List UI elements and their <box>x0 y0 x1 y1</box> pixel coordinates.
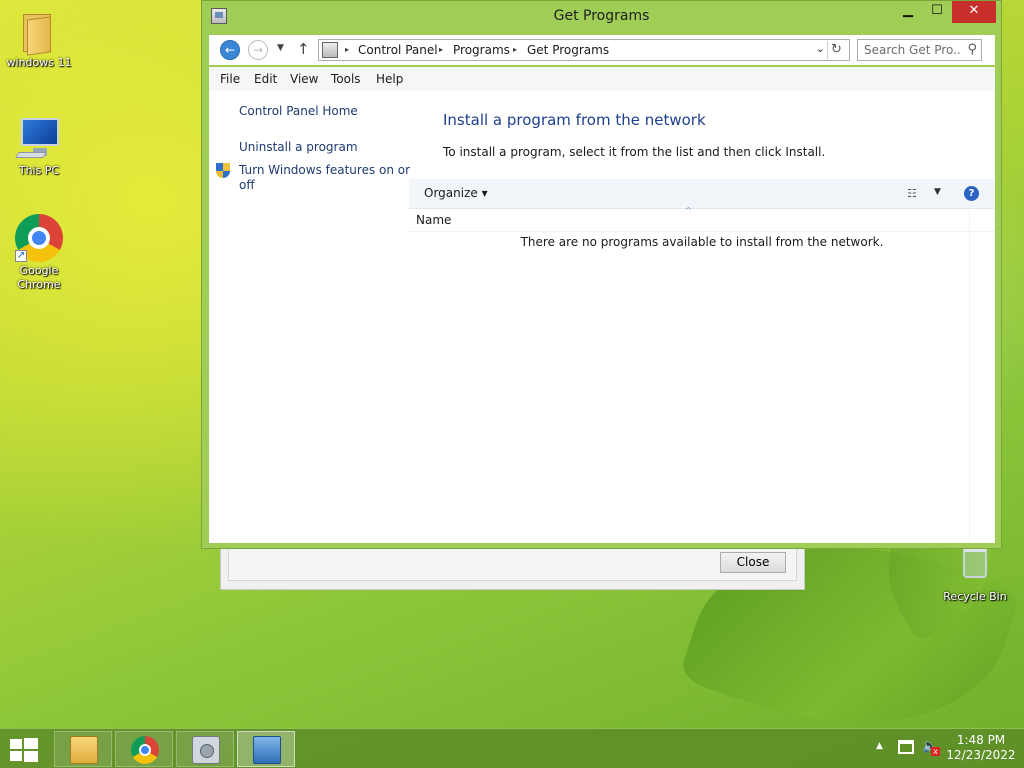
recent-locations-chevron-icon[interactable]: ▼ <box>277 43 284 53</box>
page-title: Install a program from the network <box>443 111 706 129</box>
sidebar-link-windows-features[interactable]: Turn Windows features on or off <box>239 163 410 193</box>
sort-ascending-icon: ^ <box>685 206 692 215</box>
desktop-icon-label: Recycle Bin <box>943 590 1007 603</box>
page-description: To install a program, select it from the… <box>443 145 826 159</box>
file-explorer-icon <box>70 736 98 764</box>
breadcrumb-separator-icon[interactable]: ▸ <box>513 45 517 54</box>
address-dropdown-chevron-icon[interactable]: ⌄ <box>816 42 825 55</box>
uac-shield-icon <box>216 163 231 179</box>
close-button[interactable]: Close <box>720 552 786 573</box>
taskbar: ▲ 🔈 x 1:48 PM 12/23/2022 <box>0 728 1024 768</box>
desktop-icon-label: This PC <box>18 164 60 177</box>
taskbar-google-chrome[interactable] <box>115 731 173 767</box>
breadcrumb-separator-icon[interactable]: ▸ <box>439 45 443 54</box>
control-panel-icon <box>253 736 281 764</box>
minimize-button[interactable]: ▁ <box>894 1 922 23</box>
search-input[interactable] <box>858 40 962 60</box>
breadcrumb-programs[interactable]: Programs <box>453 43 510 57</box>
navigation-bar: ← → ▼ ↑ ▸ Control Panel ▸ Programs ▸ Get… <box>209 35 995 65</box>
menu-bar: File Edit View Tools Help <box>209 67 995 91</box>
network-icon[interactable] <box>898 740 914 754</box>
view-options-icon[interactable]: ☷ <box>907 187 917 200</box>
menu-edit[interactable]: Edit <box>254 72 277 86</box>
window-client-area: Control Panel Home Uninstall a program T… <box>209 91 995 543</box>
breadcrumb-get-programs[interactable]: Get Programs <box>527 43 609 57</box>
disc-drive-icon <box>192 736 220 764</box>
sidebar-link-label: Turn Windows features on or <box>239 163 411 177</box>
menu-view[interactable]: View <box>290 72 318 86</box>
menu-tools[interactable]: Tools <box>331 72 361 86</box>
taskbar-disc-app[interactable] <box>176 731 234 767</box>
menu-file[interactable]: File <box>220 72 240 86</box>
desktop-icon-recycle-bin[interactable]: Recycle Bin <box>937 540 1013 604</box>
get-programs-window: Get Programs ▁ ☐ ✕ ← → ▼ ↑ ▸ Control Pan… <box>201 0 1002 549</box>
shortcut-arrow-icon: ↗ <box>15 250 27 262</box>
windows-start-icon[interactable] <box>10 738 38 762</box>
list-column-header: Name ^ <box>409 206 995 232</box>
window-title: Get Programs <box>553 8 650 24</box>
breadcrumb-control-panel[interactable]: Control Panel <box>358 43 438 57</box>
title-bar[interactable]: Get Programs ▁ ☐ ✕ <box>202 1 1001 31</box>
folder-icon <box>15 6 63 56</box>
desktop-icon-label: windows 11 <box>6 56 72 69</box>
sidebar-link-uninstall-program[interactable]: Uninstall a program <box>239 140 358 155</box>
computer-icon <box>15 114 63 162</box>
search-box[interactable]: ⚲ <box>857 39 982 61</box>
desktop-icon-label: Google Chrome <box>17 264 61 291</box>
desktop-icon-google-chrome[interactable]: ↗ Google Chrome <box>1 214 77 292</box>
up-arrow-icon[interactable]: ↑ <box>297 40 310 58</box>
sidebar-link-control-panel-home[interactable]: Control Panel Home <box>239 104 358 119</box>
address-bar[interactable]: ▸ Control Panel ▸ Programs ▸ Get Program… <box>318 39 850 61</box>
empty-list-message: There are no programs available to insta… <box>520 235 884 249</box>
list-toolbar: Organize ▾ ☷ ▼ ? <box>409 179 995 209</box>
help-icon[interactable]: ? <box>964 186 979 201</box>
breadcrumb-separator-icon[interactable]: ▸ <box>345 45 349 54</box>
window-close-button[interactable]: ✕ <box>952 1 996 23</box>
view-dropdown-chevron-icon[interactable]: ▼ <box>934 187 941 197</box>
chrome-icon <box>131 736 159 764</box>
sidebar-link-label: off <box>239 178 255 192</box>
taskbar-control-panel[interactable] <box>237 731 295 767</box>
desktop-icon-windows-11[interactable]: windows 11 <box>1 6 77 70</box>
column-divider[interactable] <box>969 209 970 543</box>
maximize-button[interactable]: ☐ <box>923 1 951 23</box>
back-arrow-icon[interactable]: ← <box>220 40 240 60</box>
organize-button[interactable]: Organize ▾ <box>424 186 488 200</box>
search-icon[interactable]: ⚲ <box>967 42 977 57</box>
system-clock[interactable]: 1:48 PM 12/23/2022 <box>946 733 1016 763</box>
mute-indicator-icon: x <box>931 747 940 756</box>
taskbar-file-explorer[interactable] <box>54 731 112 767</box>
clock-time: 1:48 PM <box>956 733 1006 747</box>
forward-arrow-icon[interactable]: → <box>248 40 268 60</box>
column-header-name[interactable]: Name <box>416 213 451 227</box>
chrome-icon: ↗ <box>15 214 63 262</box>
show-hidden-icons-chevron-icon[interactable]: ▲ <box>876 741 883 768</box>
control-panel-icon <box>322 42 338 58</box>
clock-date: 12/23/2022 <box>946 748 1016 762</box>
desktop-icon-this-pc[interactable]: This PC <box>1 114 77 178</box>
refresh-icon[interactable]: ↻ <box>827 41 845 59</box>
menu-help[interactable]: Help <box>376 72 403 86</box>
